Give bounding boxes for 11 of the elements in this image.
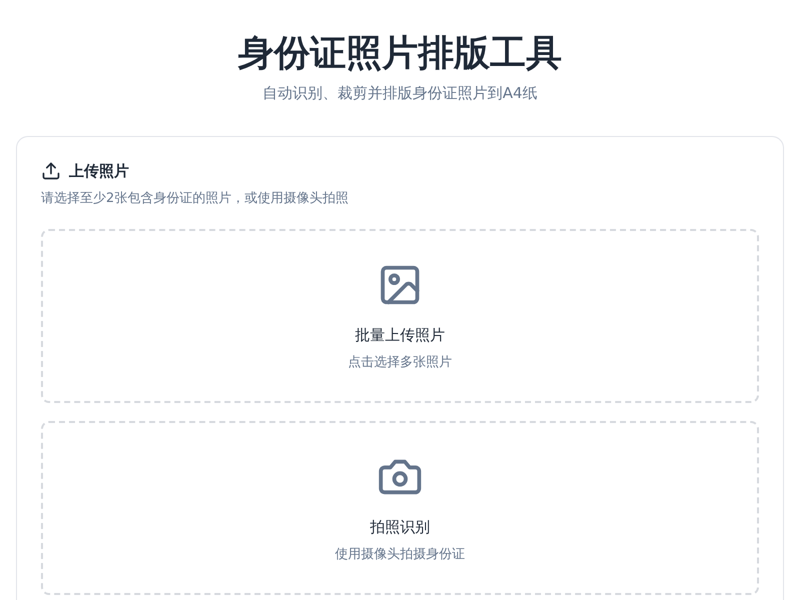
card-description: 请选择至少2张包含身份证的照片，或使用摄像头拍照 bbox=[41, 190, 350, 207]
option-hint: 使用摄像头拍摄身份证 bbox=[335, 546, 465, 562]
card-title: 上传照片 bbox=[69, 162, 129, 180]
page-title: 身份证照片排版工具 bbox=[238, 32, 562, 76]
page-subtitle: 自动识别、裁剪并排版身份证照片到A4纸 bbox=[262, 84, 538, 103]
camera-capture-area[interactable]: 拍照识别 使用摄像头拍摄身份证 bbox=[41, 421, 759, 595]
option-hint: 点击选择多张照片 bbox=[348, 354, 452, 370]
upload-drop-area[interactable]: 批量上传照片 点击选择多张照片 bbox=[41, 229, 759, 403]
upload-icon bbox=[41, 161, 61, 181]
option-label: 拍照识别 bbox=[370, 518, 430, 536]
option-label: 批量上传照片 bbox=[355, 326, 445, 344]
